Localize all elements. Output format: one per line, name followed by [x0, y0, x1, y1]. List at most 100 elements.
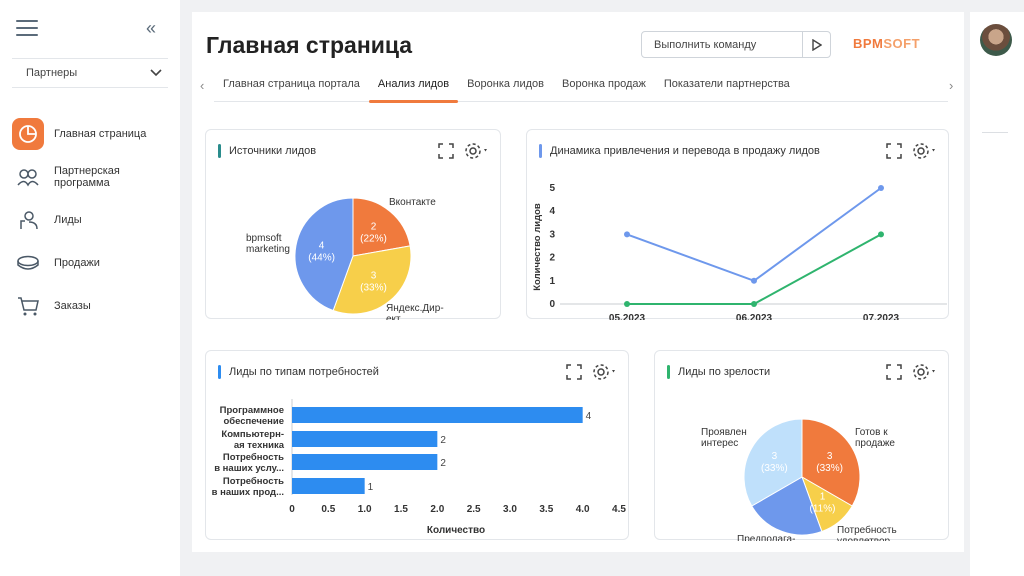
- bar-value-label: 2: [440, 458, 446, 469]
- chevron-right-icon[interactable]: ›: [949, 78, 953, 93]
- slice-category-label: Яндекс.Дир-: [386, 303, 444, 314]
- tab-lead-funnel[interactable]: Воронка лидов: [458, 74, 553, 102]
- x-axis-label: Количество: [427, 525, 485, 536]
- sidebar-item-sales[interactable]: Продажи: [12, 241, 172, 284]
- x-tick-label: 07.2023: [863, 313, 900, 320]
- leads-icon: [12, 204, 44, 236]
- menu-icon[interactable]: [16, 20, 38, 36]
- leads-by-needs-bar-chart: 4 Программноеобеспечение 2 Компьютерн-ая те…: [212, 399, 626, 536]
- slice-value-label: 3: [827, 451, 833, 462]
- slice-value-label: 1: [820, 491, 826, 502]
- sidebar-nav: Главная страница Партнерская программа Л…: [12, 112, 172, 327]
- x-tick-label: 3.0: [503, 504, 517, 515]
- collapse-sidebar-icon[interactable]: «: [146, 18, 156, 39]
- widget-lead-dynamics: Динамика привлечения и перевода в продаж…: [526, 129, 949, 320]
- tab-sales-funnel[interactable]: Воронка продаж: [553, 74, 655, 102]
- lead-sources-pie-chart: 2(22%) 3(33%) 4(44%) Вконтакте Яндекс.Дир-ек…: [246, 197, 444, 320]
- bar: [292, 454, 438, 470]
- sales-icon: [12, 247, 44, 279]
- y-tick-label: 0: [549, 299, 555, 310]
- y-tick-label: 5: [549, 183, 555, 194]
- right-panel: [970, 12, 1024, 576]
- x-tick-label: 1.0: [358, 504, 372, 515]
- chevron-down-icon: [150, 69, 162, 77]
- slice-category-label: Готов к: [855, 427, 888, 438]
- tab-lead-analysis[interactable]: Анализ лидов: [368, 74, 459, 103]
- slice-percent-label: (33%): [816, 463, 843, 474]
- x-tick-label: 2.5: [467, 504, 481, 515]
- command-placeholder: Выполнить команду: [654, 38, 757, 51]
- widget-lead-sources: Источники лидов 2 (22%) 3 (33%) 4 (44%) Вконта…: [205, 129, 501, 320]
- bar-value-label: 4: [586, 411, 592, 422]
- sidebar-item-label: Лиды: [54, 213, 82, 226]
- run-command-button[interactable]: [802, 32, 830, 57]
- y-tick-label: 1: [549, 276, 555, 287]
- tab-list: Главная страница портала Анализ лидов Во…: [214, 74, 948, 103]
- slice-percent-label: (33%): [761, 463, 788, 474]
- slice-percent-label: (22%): [360, 234, 387, 245]
- slice-category-label: интерес: [701, 438, 738, 449]
- bar-value-label: 2: [440, 435, 446, 446]
- sidebar-item-label: Партнерская программа: [54, 164, 120, 189]
- sidebar-item-label: Продажи: [54, 256, 100, 269]
- leads-by-maturity-pie-chart: 3(33%)1(11%)3(33%)Готов кпродажеПотребно…: [701, 418, 898, 541]
- x-tick-label: 0: [289, 504, 295, 515]
- y-tick-label: Потребность: [223, 476, 284, 487]
- slice-category-label: Потребность: [837, 524, 897, 536]
- slice-category-label: продаже: [855, 438, 895, 449]
- slice-category-label: удовлетвор...: [837, 536, 898, 541]
- data-point: [624, 301, 630, 307]
- lead-dynamics-line-chart: 0 1 2 3 4 5 05.2023 06.2023 07.2023 Количество ли…: [532, 183, 947, 320]
- tab-partnership-metrics[interactable]: Показатели партнерства: [655, 74, 799, 102]
- sidebar-item-label: Главная страница: [54, 127, 147, 140]
- command-input[interactable]: Выполнить команду: [641, 31, 831, 58]
- x-tick-label: 4.0: [576, 504, 590, 515]
- y-tick-label: ая техника: [234, 440, 285, 451]
- sidebar-item-label: Заказы: [54, 299, 91, 312]
- sidebar-item-leads[interactable]: Лиды: [12, 198, 172, 241]
- slice-category-label: ект: [386, 314, 401, 320]
- divider: [982, 132, 1008, 133]
- slice-category-label: Предполага-: [737, 534, 795, 541]
- bar: [292, 478, 365, 494]
- bar-value-label: 1: [368, 482, 374, 493]
- main-panel: Главная страница Выполнить команду BPMSO…: [192, 12, 964, 552]
- slice-percent-label: (33%): [360, 282, 387, 293]
- slice-value-label: 4: [319, 240, 325, 251]
- y-tick-label: 2: [549, 253, 555, 264]
- chevron-left-icon[interactable]: ‹: [200, 78, 204, 93]
- sidebar-item-orders[interactable]: Заказы: [12, 284, 172, 327]
- y-tick-label: в наших услу...: [214, 463, 284, 474]
- bar: [292, 431, 438, 447]
- slice-value-label: 2: [371, 222, 377, 233]
- sidebar-item-partner-program[interactable]: Партнерская программа: [12, 155, 172, 198]
- bar: [292, 407, 583, 423]
- data-point: [878, 185, 884, 191]
- data-point: [751, 301, 757, 307]
- slice-value-label: 3: [371, 270, 377, 281]
- sidebar: « Партнеры Главная страница Партнерская …: [0, 0, 180, 576]
- widget-leads-by-needs: Лиды по типам потребностей 4 Программное о…: [205, 350, 629, 540]
- sidebar-item-home[interactable]: Главная страница: [12, 112, 172, 155]
- data-point: [878, 231, 884, 238]
- bpmsoft-logo: BPMSOFT: [853, 36, 921, 51]
- workspace-selector[interactable]: Партнеры: [12, 58, 168, 88]
- data-point: [624, 231, 630, 238]
- slice-category-label: bpmsoft: [246, 233, 282, 244]
- x-tick-label: 06.2023: [736, 313, 773, 320]
- y-tick-label: обеспечение: [223, 416, 284, 427]
- x-tick-label: 05.2023: [609, 313, 646, 320]
- slice-percent-label: (44%): [308, 252, 335, 263]
- dashboard-icon: [12, 117, 44, 150]
- slice-value-label: 3: [772, 451, 778, 462]
- slice-category-label: marketing: [246, 244, 290, 255]
- tab-portal-home[interactable]: Главная страница портала: [214, 74, 369, 102]
- y-axis-label: Количество лидов: [532, 203, 543, 291]
- y-tick-label: 4: [549, 206, 555, 217]
- x-tick-label: 1.5: [394, 504, 408, 515]
- tabs-bar: ‹ Главная страница портала Анализ лидов …: [192, 74, 964, 103]
- avatar[interactable]: [980, 24, 1012, 56]
- partners-icon: [12, 161, 44, 193]
- series-line: [627, 233, 882, 305]
- widget-leads-by-maturity: Лиды по зрелости 3 (33%) 1 (11%) 3 (33%) Готов…: [654, 350, 949, 541]
